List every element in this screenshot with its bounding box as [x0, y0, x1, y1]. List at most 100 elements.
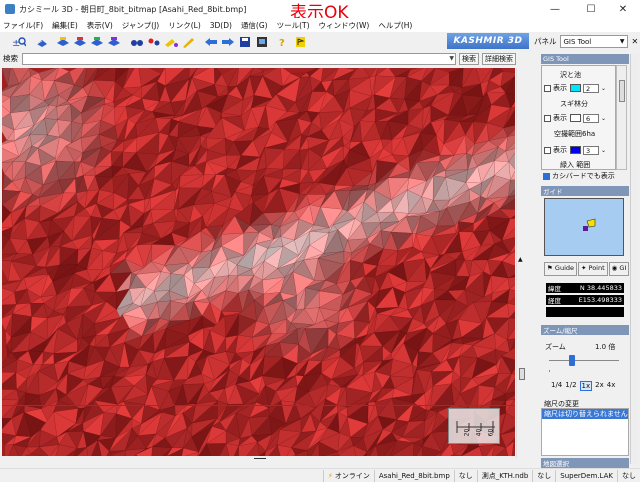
panel-select[interactable]: GIS Tool ▼ — [559, 35, 628, 48]
tab-gis[interactable]: ◉ GI — [608, 262, 630, 276]
zoom-slider-thumb[interactable] — [569, 355, 575, 366]
search-label: 検索 — [3, 54, 18, 63]
help-icon[interactable]: ? — [276, 36, 290, 48]
tab-point-label: Point — [588, 264, 605, 272]
arrow-right-icon[interactable] — [221, 36, 235, 48]
menu-3d[interactable]: 3D(D) — [210, 21, 232, 30]
status-bar: ⚡ オンライン Asahi_Red_8bit.bmp なし 測点_KTH.ndb … — [0, 468, 640, 482]
right-panel-scrollbar[interactable] — [630, 54, 639, 464]
bank-mid-icon[interactable] — [73, 36, 87, 48]
search-input[interactable]: ▼ — [22, 52, 456, 65]
gis-scrollbar[interactable] — [616, 65, 627, 170]
bank-right-icon[interactable] — [90, 36, 104, 48]
chevron-down-icon[interactable]: ▼ — [449, 55, 454, 62]
gis-item-checkbox[interactable] — [544, 84, 551, 92]
canpad-toggle[interactable]: カシバードでも表示 — [543, 171, 615, 181]
scroll-thumb[interactable] — [619, 80, 625, 102]
flag-icon[interactable] — [293, 36, 307, 48]
gis-width-spinner[interactable]: 6 — [583, 113, 599, 123]
map-view[interactable] — [2, 68, 515, 456]
flag-marker-icon — [583, 218, 596, 231]
menu-file[interactable]: ファイル(F) — [3, 20, 43, 31]
gis-color-swatch[interactable] — [570, 84, 581, 92]
gis-width-spinner[interactable]: 2 — [583, 83, 599, 93]
menu-bar: ファイル(F) 編集(E) 表示(V) ジャンプ(J) リンク(L) 3D(D)… — [0, 18, 640, 32]
status-none-2: なし — [532, 469, 555, 482]
advanced-search-button[interactable]: 詳細検索 — [482, 52, 516, 65]
ruler-tick: 40 — [475, 428, 483, 437]
canpad-checkbox[interactable] — [543, 172, 550, 180]
zoom-search-icon[interactable]: ± — [12, 36, 26, 48]
map-select-panel-header[interactable]: 地図選択 — [541, 458, 629, 468]
gis-item-row: 表示 6 ⌄ — [544, 113, 606, 123]
chevron-down-icon[interactable]: ▼ — [620, 38, 625, 45]
menu-tool[interactable]: ツール(T) — [277, 20, 310, 31]
zoom-half-button[interactable]: 1/2 — [565, 381, 576, 391]
zoom-slider-ticks — [549, 370, 619, 372]
status-dem: SuperDem.LAK — [555, 469, 617, 482]
zoom-panel: ズーム 1.0 倍 1/4 1/2 1x 2x 4x — [541, 336, 629, 396]
marker-line — [2, 405, 515, 406]
online-status[interactable]: ⚡ オンライン — [322, 469, 374, 482]
splitter-handle[interactable] — [254, 458, 266, 459]
menu-link[interactable]: リンク(L) — [168, 20, 201, 31]
bank-left-icon[interactable] — [56, 36, 70, 48]
app-icon — [5, 4, 15, 14]
pencil-icon[interactable] — [181, 36, 195, 48]
save-icon[interactable] — [238, 36, 252, 48]
menu-jump[interactable]: ジャンプ(J) — [122, 20, 159, 31]
panel-close-icon[interactable]: ✕ — [632, 37, 639, 46]
longitude-readout: 経度 E153.498333 — [546, 295, 624, 305]
scroll-up-icon[interactable]: ▲ — [518, 256, 523, 263]
gis-item-title: 沢と池 — [560, 71, 581, 79]
gis-color-swatch[interactable] — [570, 146, 581, 154]
zoom-2x-button[interactable]: 2x — [595, 381, 604, 391]
guide-map[interactable] — [544, 198, 624, 256]
zoom-slider-track[interactable] — [549, 360, 619, 361]
status-file: Asahi_Red_8bit.bmp — [373, 469, 454, 482]
pencil-tag-icon[interactable] — [164, 36, 178, 48]
binoculars-icon[interactable] — [130, 36, 144, 48]
book-icon[interactable] — [35, 36, 49, 48]
tab-point[interactable]: ✦ Point — [578, 262, 608, 276]
pins-icon[interactable] — [147, 36, 161, 48]
menu-edit[interactable]: 編集(E) — [52, 20, 78, 31]
gis-panel-header[interactable]: GIS Tool — [541, 54, 629, 64]
zoom-1x-button[interactable]: 1x — [579, 381, 593, 391]
bank-b-icon[interactable] — [107, 36, 121, 48]
scale-ruler: 20 40 60 — [448, 408, 500, 444]
map-vertical-scrollbar[interactable]: ▲ — [516, 68, 527, 458]
zoom-panel-header[interactable]: ズーム/縮尺 — [541, 325, 629, 335]
zoom-label: ズーム — [545, 343, 566, 351]
menu-window[interactable]: ウィンドウ(W) — [319, 20, 370, 31]
gis-color-swatch[interactable] — [570, 114, 581, 122]
maximize-button[interactable]: ☐ — [574, 0, 608, 18]
close-button[interactable]: ✕ — [606, 0, 640, 18]
monitor-icon[interactable] — [255, 36, 269, 48]
tab-guide[interactable]: ⚑ Guide — [544, 262, 577, 276]
gis-item-row: 表示 2 ⌄ — [544, 83, 606, 93]
menu-comm[interactable]: 通信(G) — [241, 20, 268, 31]
map-splitter[interactable] — [2, 456, 515, 462]
scroll-thumb[interactable] — [519, 368, 525, 380]
status-none-3: なし — [617, 469, 640, 482]
app-window: カシミール 3D - 朝日町_8bit_bitmap [Asahi_Red_8b… — [0, 0, 640, 482]
guide-panel-header[interactable]: ガイド — [541, 186, 629, 196]
chevron-down-icon[interactable]: ⌄ — [601, 115, 606, 122]
gis-item-checkbox[interactable] — [544, 146, 551, 154]
latitude-label: 緯度 — [548, 285, 561, 293]
menu-view[interactable]: 表示(V) — [87, 20, 113, 31]
longitude-value: E153.498333 — [578, 296, 622, 304]
arrow-left-icon[interactable] — [204, 36, 218, 48]
search-button[interactable]: 検索 — [459, 52, 479, 65]
scale-change-message[interactable]: 縮尺は切り替えられません — [542, 409, 628, 419]
gis-width-spinner[interactable]: 3 — [583, 145, 599, 155]
minimize-button[interactable]: — — [538, 0, 572, 18]
terrain-image — [2, 68, 515, 456]
gis-item-checkbox[interactable] — [544, 114, 551, 122]
chevron-down-icon[interactable]: ⌄ — [601, 147, 606, 154]
chevron-down-icon[interactable]: ⌄ — [601, 85, 606, 92]
zoom-quarter-button[interactable]: 1/4 — [551, 381, 562, 391]
zoom-4x-button[interactable]: 4x — [607, 381, 616, 391]
menu-help[interactable]: ヘルプ(H) — [378, 20, 412, 31]
